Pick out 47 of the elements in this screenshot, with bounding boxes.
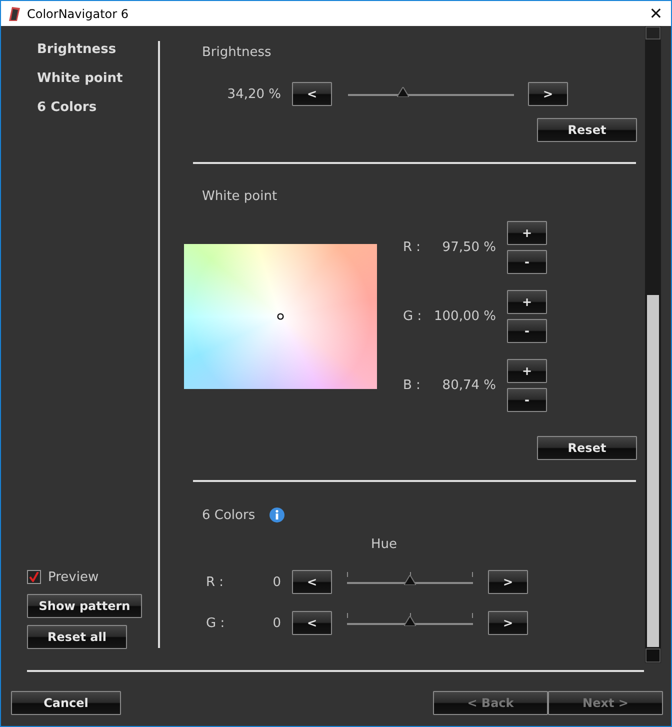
plus-button[interactable]: + [507,359,547,383]
section-title: 6 Colors [202,508,256,522]
channel-label: R : [403,240,422,255]
channel-label: G : [206,616,226,630]
minus-button[interactable]: - [507,319,547,343]
channel-label: R : [206,574,225,590]
increase-button[interactable]: > [528,82,568,106]
sidebar-item[interactable]: White point [37,72,123,101]
plus-button[interactable]: + [507,221,547,245]
sidebar-item[interactable]: Brightness [37,43,116,72]
slider-thumb[interactable] [396,87,409,97]
minus-button[interactable]: - [507,388,547,412]
channel-reading: 100,00 % [433,309,496,324]
scrollbar[interactable] [645,26,661,663]
preview-label: Preview [48,570,99,584]
sidebar-item[interactable]: 6 Colors [37,101,97,130]
minus-button[interactable]: - [507,250,547,274]
reset-button[interactable]: Reset [537,118,637,142]
reset-button[interactable]: Reset [537,436,637,460]
section-title: White point [202,189,278,204]
plus-button[interactable]: + [507,290,547,314]
brightness-reading: 34,20 % [226,86,281,102]
reset-all-button[interactable]: Reset all [27,625,127,649]
channel-reading: 80,74 % [441,378,496,393]
preview-checkbox[interactable] [27,570,41,584]
channel-label: G : [403,309,423,324]
decrease-button[interactable]: < [292,611,332,635]
decrease-button[interactable]: < [292,82,332,106]
channel-reading: 97,50 % [441,240,496,255]
show-pattern-button[interactable]: Show pattern [27,594,142,618]
marker-icon[interactable] [277,313,284,320]
cancel-button[interactable]: Cancel [11,691,121,715]
increase-button[interactable]: > [488,611,528,635]
decrease-button[interactable]: < [292,570,332,594]
close-button[interactable]: ✕ [641,4,671,23]
slider-thumb[interactable] [404,575,416,585]
increase-button[interactable]: > [488,570,528,594]
channel-value: 0 [272,616,281,630]
slider-thumb[interactable] [404,616,416,626]
section-title: Brightness [202,45,272,60]
window-title: ColorNavigator 6 [27,6,130,20]
hue-label: Hue [371,537,398,552]
channel-value: 0 [272,574,281,590]
info-icon[interactable] [269,507,286,523]
app-icon [7,6,21,22]
color-field[interactable] [184,244,377,389]
channel-label: B : [403,378,422,393]
